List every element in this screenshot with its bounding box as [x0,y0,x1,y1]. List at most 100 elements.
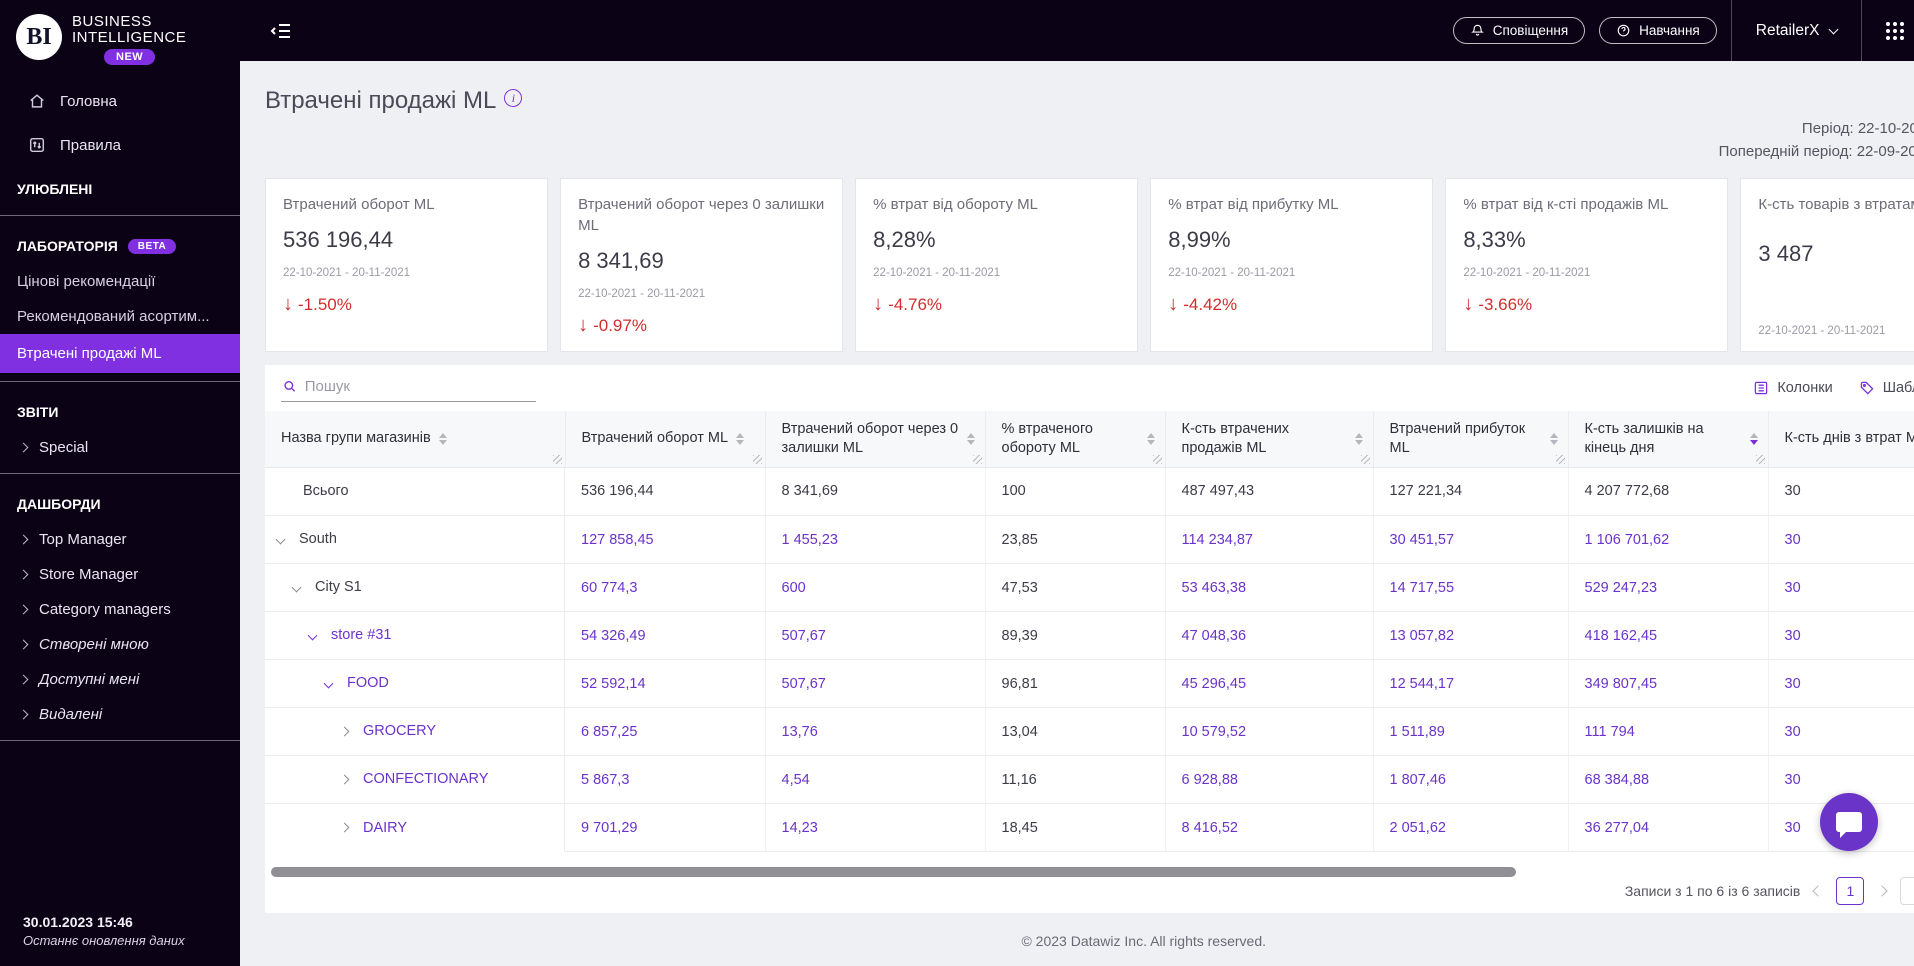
search-icon [284,381,296,392]
sidebar-item-label: Category managers [39,601,171,618]
templates-button[interactable]: Шаблони [1859,380,1914,396]
section-favorites: УЛЮБЛЕНІ [17,181,93,197]
section-dashboards: ДАШБОРДИ [17,496,101,512]
column-resize-handle[interactable] [972,454,982,464]
horizontal-scrollbar[interactable] [271,867,1516,877]
info-icon[interactable]: i [504,89,523,107]
kpi-delta: ↓ -4.42% [1168,293,1238,315]
sort-icon[interactable] [966,432,975,445]
brand-name-line2: INTELLIGENCE [72,29,187,46]
page-size-select[interactable]: 20 / сторінка [1900,877,1914,905]
sort-icon-active[interactable] [1749,432,1758,445]
kpi-value: 8,99% [1168,227,1231,252]
row-label[interactable]: DAIRY [363,820,407,836]
chevron-right-icon [18,569,29,580]
columns-label: Колонки [1777,380,1833,396]
column-resize-handle[interactable] [752,454,762,464]
table-row-total: Всього 536 196,44 8 341,69 100 487 497,43 12… [265,467,1914,516]
row-label[interactable]: FOOD [347,675,389,691]
sort-icon[interactable] [1354,432,1363,445]
pagination: Записи з 1 по 6 із 6 записів 1 20 / стор… [1625,877,1914,905]
sidebar-item-lost-sales-ml[interactable]: Втрачені продажі ML [0,334,240,373]
sidebar-item-rules[interactable]: Правила [0,123,240,167]
expand-chevron-icon[interactable] [291,582,302,592]
kpi-card-lost-turnover-zero-stock: Втрачений оборот через 0 залишки ML 8 34… [560,178,844,352]
col-header-lost-turnover[interactable]: Втрачений оборот ML [565,411,766,468]
sort-icon[interactable] [1549,432,1558,445]
row-label: Всього [303,483,349,499]
data-table: Назва групи магазинів Втрачений оборот M… [265,411,1914,852]
training-label: Навчання [1639,23,1700,38]
col-header-stock-end-of-day[interactable]: К-сть залишків на кінець дня [1568,411,1769,468]
table-row: City S1 60 774,3 600 47,53 53 463,38 14 717,… [265,563,1914,612]
sort-icon[interactable] [1146,432,1155,445]
chat-widget-button[interactable] [1820,793,1878,851]
next-page-icon[interactable] [1876,885,1889,897]
page-footer: © 2023 Datawiz Inc. All rights reserved.… [240,916,1914,966]
row-label[interactable]: store #31 [331,627,391,643]
sidebar-item-category-managers[interactable]: Category managers [0,592,240,627]
sidebar-item-top-manager[interactable]: Top Manager [0,522,240,557]
expand-chevron-icon[interactable] [339,822,350,833]
sidebar-item-available-to-me[interactable]: Доступні мені [0,662,240,697]
collapse-sidebar-icon[interactable] [270,19,294,43]
row-label[interactable]: CONFECTIONARY [363,771,488,787]
kpi-value: 536 196,44 [283,227,394,252]
tag-icon [1860,381,1874,395]
training-button[interactable]: Навчання [1599,17,1717,44]
table-row: FOOD 52 592,14 507,67 96,81 45 296,45 12 544… [265,659,1914,708]
col-header-pct-lost-turnover[interactable]: % втраченого обороту ML [985,411,1166,468]
expand-chevron-icon[interactable] [339,726,350,736]
sidebar-item-home[interactable]: Головна [0,79,240,123]
sidebar-item-deleted[interactable]: Видалені [0,697,240,732]
row-label[interactable]: City S1 [315,579,362,595]
column-resize-handle[interactable] [1360,454,1370,464]
kpi-delta: ↓ -0.97% [578,314,647,336]
column-resize-handle[interactable] [1152,454,1162,464]
row-label[interactable]: GROCERY [363,723,436,739]
sidebar-item-created-by-me[interactable]: Створені мною [0,627,240,662]
col-header-days-with-losses[interactable]: К-сть днів з втрат ML [1768,411,1914,468]
sidebar-divider [0,740,240,741]
search-input[interactable] [304,378,534,395]
notifications-button[interactable]: Сповіщення [1452,17,1586,44]
kpi-value: 3 487 [1758,241,1814,266]
sort-icon[interactable] [736,432,745,445]
col-header-lost-turnover-zero[interactable]: Втрачений оборот через 0 залишки ML [765,411,986,468]
col-header-store-group[interactable]: Назва групи магазинів [265,411,566,468]
row-label[interactable]: South [299,531,337,547]
retailer-selector[interactable]: RetailerX [1730,0,1861,61]
kpi-card-pct-loss-turnover: % втрат від обороту ML 8,28% 22-10-2021 … [855,178,1139,352]
kpi-delta: ↓ -3.66% [1463,293,1533,315]
apps-grid-icon [1885,21,1904,40]
sidebar-item-special[interactable]: Special [0,430,240,465]
prev-page-icon[interactable] [1812,885,1825,897]
expand-chevron-icon[interactable] [323,678,334,688]
kpi-title: % втрат від к-сті продажів ML [1463,196,1669,213]
column-resize-handle[interactable] [1755,454,1765,464]
expand-chevron-icon[interactable] [307,630,318,640]
arrow-down-icon: ↓ [578,314,589,336]
sort-icon[interactable] [438,432,447,445]
expand-chevron-icon[interactable] [339,774,350,784]
sidebar-item-price-recommendations[interactable]: Цінові рекомендації [0,264,240,299]
col-header-lost-profit[interactable]: Втрачений прибуток ML [1373,411,1569,468]
kpi-value: 8,33% [1463,227,1526,252]
sidebar-item-recommended-assortment[interactable]: Рекомендований асортим... [0,299,240,334]
col-header-lost-sales-count[interactable]: К-сть втрачених продажів ML [1165,411,1374,468]
kpi-card-lost-turnover: Втрачений оборот ML 536 196,44 22-10-202… [265,178,549,352]
column-resize-handle[interactable] [1555,454,1565,464]
column-resize-handle[interactable] [552,454,562,464]
kpi-cards: Втрачений оборот ML 536 196,44 22-10-202… [265,178,1914,352]
columns-button[interactable]: Колонки [1753,380,1833,396]
columns-icon [1755,381,1768,395]
section-reports: ЗВІТИ [17,404,59,420]
kpi-card-pct-loss-profit: % втрат від прибутку ML 8,99% 22-10-2021… [1150,178,1434,352]
table-row: GROCERY 6 857,25 13,76 13,04 10 579,52 1 511… [265,707,1914,756]
apps-grid-button[interactable] [1860,0,1914,61]
expand-chevron-icon[interactable] [275,534,286,544]
page-number[interactable]: 1 [1836,877,1865,905]
sidebar-item-store-manager[interactable]: Store Manager [0,557,240,592]
sidebar-item-label: Створені мною [39,636,149,653]
kpi-date: 22-10-2021 - 20-11-2021 [873,267,1001,279]
